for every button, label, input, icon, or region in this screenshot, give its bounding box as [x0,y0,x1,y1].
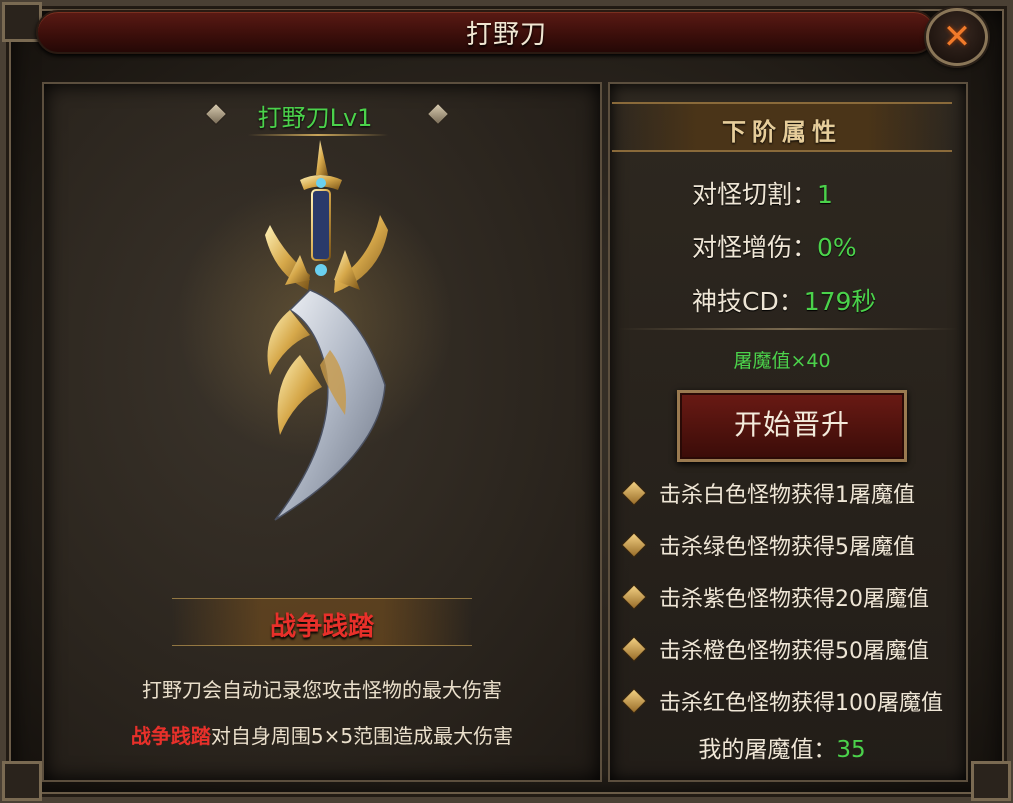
divider [618,328,958,330]
rule-text: 击杀绿色怪物获得5屠魔值 [659,535,915,560]
diamond-bullet-icon [621,688,647,714]
frame-corner-ornament [2,761,42,801]
rule-text: 击杀红色怪物获得100屠魔值 [659,691,943,716]
my-value-label: 我的屠魔值： [698,737,837,763]
frame-corner-ornament [971,761,1011,801]
stat-row-damage: 对怪增伤：0% [692,228,857,264]
close-icon: ✕ [942,17,972,57]
skill-description-line1: 打野刀会自动记录您攻击怪物的最大伤害 [142,678,502,702]
diamond-bullet-icon [621,532,647,558]
sword-icon [265,140,388,521]
upgrade-cost: 屠魔值×40 [733,350,831,372]
rule-text: 击杀橙色怪物获得50屠魔值 [659,639,929,664]
rule-text: 击杀白色怪物获得1屠魔值 [659,483,915,508]
rule-item: 击杀紫色怪物获得20屠魔值 [621,582,929,612]
diamond-bullet-icon [621,636,647,662]
next-tier-header: 下阶属性 [722,117,842,146]
rule-text: 击杀紫色怪物获得20屠魔值 [659,587,929,612]
rule-item: 击杀绿色怪物获得5屠魔值 [621,530,915,560]
start-upgrade-button[interactable]: 开始晋升 [677,390,907,462]
stat-label: 对怪增伤： [692,233,818,262]
stat-value: 0% [817,233,857,262]
dialog-title: 打野刀 [465,20,547,50]
my-value-number: 35 [836,737,866,763]
my-demon-value: 我的屠魔值：35 [612,730,952,764]
stat-label: 对怪切割： [692,180,818,209]
stat-row-cut: 对怪切割：1 [692,175,833,211]
stat-row-cooldown: 神技CD：179秒 [692,282,876,318]
weapon-image [230,135,410,530]
rule-item: 击杀白色怪物获得1屠魔值 [621,478,915,508]
skill-description-line2: 战争践踏对自身周围5×5范围造成最大伤害 [62,720,582,749]
close-button[interactable]: ✕ [926,8,988,66]
stat-value: 179秒 [803,287,877,316]
skill-effect-text: 对自身周围5×5范围造成最大伤害 [210,724,514,748]
rule-item: 击杀橙色怪物获得50屠魔值 [621,634,929,664]
weapon-name: 打野刀Lv1 [257,104,373,132]
skill-name-inline: 战争践踏 [130,724,211,748]
rule-item: 击杀红色怪物获得100屠魔值 [621,686,943,716]
stat-value: 1 [817,180,833,209]
diamond-bullet-icon [621,480,647,506]
stat-label: 神技CD： [692,287,804,316]
skill-name: 战争践踏 [269,612,374,642]
diamond-bullet-icon [621,584,647,610]
